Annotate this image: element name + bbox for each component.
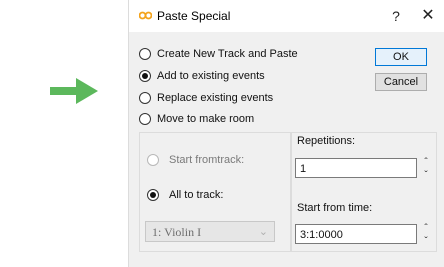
start-time-down-icon[interactable]: ˇ bbox=[420, 237, 432, 247]
radio-circle[interactable] bbox=[139, 48, 151, 60]
repetitions-up-icon[interactable]: ˆ bbox=[420, 158, 432, 168]
radio-circle-selected[interactable] bbox=[139, 70, 151, 82]
radio-circle[interactable] bbox=[139, 113, 151, 125]
close-button[interactable]: ✕ bbox=[415, 6, 441, 26]
option-move-to-make-room[interactable]: Move to make room bbox=[139, 113, 254, 125]
option-replace-existing[interactable]: Replace existing events bbox=[139, 92, 273, 104]
chevron-down-icon: ⌄ bbox=[258, 226, 268, 238]
option-label: Replace existing events bbox=[157, 92, 274, 104]
dialog-title: Paste Special bbox=[157, 9, 231, 23]
repetitions-down-icon[interactable]: ˇ bbox=[420, 171, 432, 181]
option-label: All to track: bbox=[169, 189, 224, 201]
option-label: Add to existing events bbox=[157, 70, 265, 82]
paste-special-dialog: Paste Special ? ✕ Create New Track and P… bbox=[128, 0, 444, 267]
track-select-value: 1: Violin I bbox=[152, 225, 202, 239]
start-time-input[interactable]: 3:1:0000 bbox=[295, 224, 417, 244]
title-bar: Paste Special ? ✕ bbox=[129, 0, 444, 32]
option-label: Move to make room bbox=[157, 113, 255, 125]
start-time-up-icon[interactable]: ˆ bbox=[420, 224, 432, 234]
option-all-to-track[interactable]: All to track: bbox=[147, 189, 223, 201]
start-time-value: 3:1:0000 bbox=[300, 229, 343, 241]
arrow-right-icon bbox=[50, 78, 98, 104]
start-time-label: Start from time: bbox=[297, 202, 373, 214]
repetitions-label: Repetitions: bbox=[297, 135, 356, 147]
track-select[interactable]: 1: Violin I ⌄ bbox=[145, 221, 275, 242]
paste-special-icon bbox=[139, 11, 152, 20]
radio-circle[interactable] bbox=[147, 154, 159, 166]
option-label: Create New Track and Paste bbox=[157, 48, 298, 60]
option-label: Start fromtrack: bbox=[169, 154, 245, 166]
option-create-new-track[interactable]: Create New Track and Paste bbox=[139, 48, 298, 60]
radio-circle[interactable] bbox=[139, 92, 151, 104]
radio-circle-selected[interactable] bbox=[147, 189, 159, 201]
repetitions-input[interactable]: 1 bbox=[295, 158, 417, 178]
option-add-to-existing[interactable]: Add to existing events bbox=[139, 70, 265, 82]
help-button[interactable]: ? bbox=[383, 6, 409, 26]
repetitions-value: 1 bbox=[300, 163, 307, 175]
option-start-from-track[interactable]: Start fromtrack: bbox=[147, 154, 244, 166]
cancel-button[interactable]: Cancel bbox=[375, 73, 427, 91]
ok-button[interactable]: OK bbox=[375, 48, 427, 66]
